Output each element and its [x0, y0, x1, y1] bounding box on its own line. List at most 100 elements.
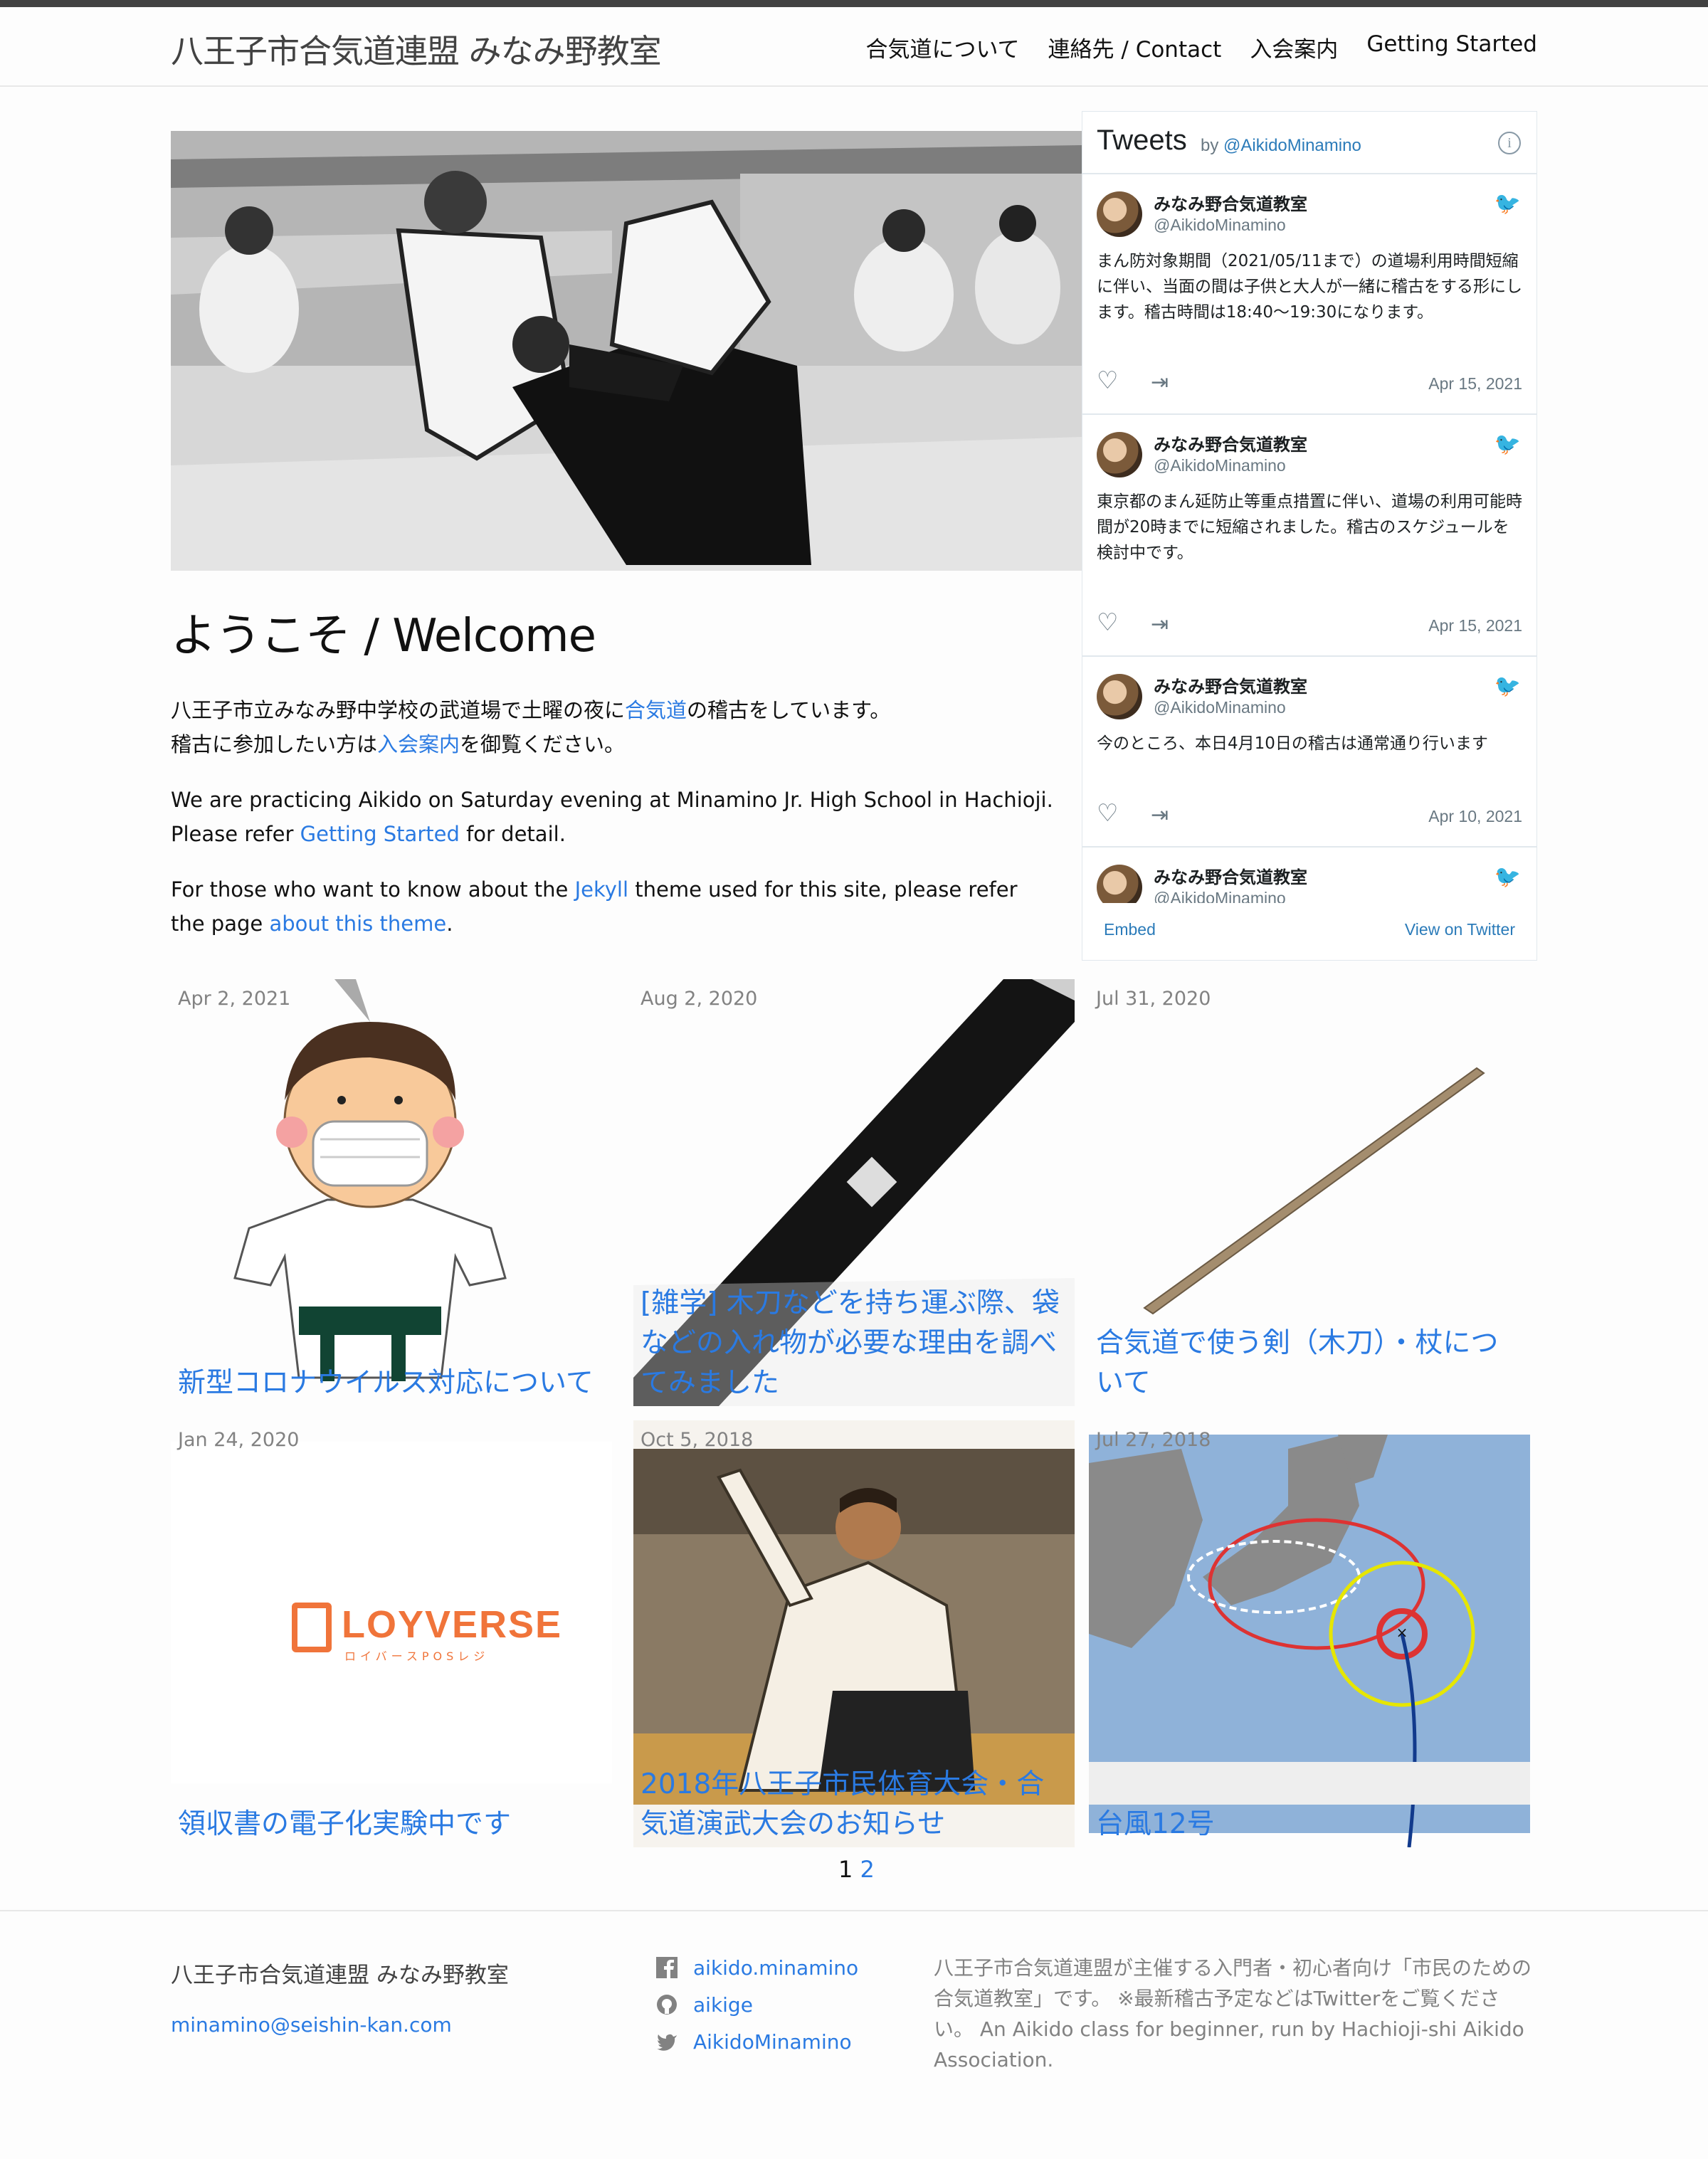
twitter-timeline: Tweets by @AikidoMinamino i みなみ野合気道教室 @A… [1082, 111, 1537, 961]
post-title-link[interactable]: 2018年八王子市民体育大会・合気道演武大会のお知らせ [633, 1765, 1075, 1844]
twitter-footer: Embed View on Twitter [1082, 903, 1536, 960]
site-header: 八王子市合気道連盟 みなみ野教室 合気道について 連絡先 / Contact 入… [0, 7, 1708, 87]
twitter-bird-icon[interactable]: 🐦 [1494, 432, 1521, 457]
info-icon[interactable]: i [1498, 132, 1521, 154]
current-page: 1 [838, 1856, 853, 1883]
tweet-handle[interactable]: @AikidoMinamino [1154, 698, 1286, 717]
join-link[interactable]: 入会案内 [377, 732, 460, 756]
post-card[interactable]: Oct 5, 2018 2018年八王子市民体育大会・合気道演武大会のお知らせ [633, 1420, 1075, 1847]
post-date: Aug 2, 2020 [640, 988, 758, 1010]
tweet-text: 東京都のまん延防止等重点措置に伴い、道場の利用可能時間が20時までに短縮されまし… [1097, 492, 1522, 562]
welcome-section: ようこそ / Welcome 八王子市立みなみ野中学校の武道場で土曜の夜に合気道… [171, 599, 1053, 962]
footer-description: 八王子市合気道連盟が主催する入門者・初心者向け「市民のための合気道教室」です。 … [934, 1956, 1532, 2071]
tweet-author[interactable]: みなみ野合気道教室 [1154, 190, 1307, 215]
twitter-header: Tweets by @AikidoMinamino i [1082, 112, 1536, 174]
nav-item-contact[interactable]: 連絡先 / Contact [1048, 31, 1222, 63]
post-title-link[interactable]: 新型コロナウイルス対応について [171, 1363, 612, 1403]
post-card[interactable]: Apr 2, 2021 新型コロナウイルス対応について [171, 979, 612, 1406]
top-accent-bar [0, 0, 1708, 7]
tweet-author[interactable]: みなみ野合気道教室 [1154, 431, 1307, 455]
tweet-author[interactable]: みなみ野合気道教室 [1154, 672, 1307, 697]
footer-contact: 八王子市合気道連盟 みなみ野教室 minamino@seishin-kan.co… [171, 1957, 509, 2037]
site-title[interactable]: 八王子市合気道連盟 みなみ野教室 [171, 26, 662, 73]
facebook-icon [655, 1955, 679, 1980]
tweet-item[interactable]: みなみ野合気道教室 @AikidoMinamino 🐦 東京都のまん延防止等重点… [1082, 415, 1536, 657]
post-date: Jul 31, 2020 [1096, 988, 1211, 1010]
aikido-link[interactable]: 合気道 [625, 698, 687, 722]
social-facebook: aikido.minamino [655, 1954, 858, 1981]
avatar[interactable] [1097, 865, 1142, 904]
like-icon[interactable]: ♡ [1097, 366, 1118, 395]
text: We are practicing Aikido on Saturday eve… [171, 788, 1053, 812]
like-icon[interactable]: ♡ [1097, 608, 1118, 637]
post-date: Jul 27, 2018 [1096, 1429, 1211, 1451]
page-link-2[interactable]: 2 [860, 1856, 875, 1883]
view-on-twitter-link[interactable]: View on Twitter [1405, 920, 1515, 939]
twitter-handle-link[interactable]: @AikidoMinamino [1223, 136, 1361, 155]
loyverse-logo: LOYVERSE [342, 1603, 563, 1646]
post-date: Apr 2, 2021 [178, 988, 291, 1010]
post-title-link[interactable]: 領収書の電子化実験中です [171, 1805, 612, 1844]
tweet-date[interactable]: Apr 15, 2021 [1428, 374, 1522, 394]
avatar[interactable] [1097, 432, 1142, 477]
tweet-text: まん防対象期間（2021/05/11まで）の道場利用時間短縮に伴い、当面の間は子… [1097, 252, 1522, 322]
post-thumbnail-image[interactable] [171, 979, 612, 1406]
twitter-bird-icon[interactable]: 🐦 [1494, 191, 1521, 216]
post-card[interactable]: Aug 2, 2020 [雑学] 木刀などを持ち運ぶ際、袋などの入れ物が必要な理… [633, 979, 1075, 1406]
nav-item-about-aikido[interactable]: 合気道について [865, 31, 1019, 63]
avatar[interactable] [1097, 191, 1142, 237]
footer-social: aikido.minamino aikige AikidoMinamino [655, 1954, 858, 2065]
svg-text:×: × [1396, 1624, 1408, 1641]
twitter-icon [655, 2029, 679, 2054]
text: 稽古に参加したい方は [171, 732, 378, 756]
pagination: 1 2 [838, 1856, 875, 1883]
post-card[interactable]: Jul 31, 2020 合気道で使う剣（木刀）・杖について [1089, 979, 1530, 1406]
post-thumbnail-image[interactable]: × [1089, 1420, 1530, 1847]
footer-email-link[interactable]: minamino@seishin-kan.com [171, 2013, 452, 2037]
social-github: aikige [655, 1991, 858, 2018]
tweet-item[interactable]: みなみ野合気道教室 @AikidoMinamino 🐦 今のところ、本日4月10… [1082, 657, 1536, 848]
site-footer: 八王子市合気道連盟 みなみ野教室 minamino@seishin-kan.co… [0, 1910, 1708, 2159]
gift-icon [292, 1603, 332, 1652]
tweet-handle[interactable]: @AikidoMinamino [1154, 216, 1286, 235]
post-card[interactable]: × Jul 27, 2018 台風12号 [1089, 1420, 1530, 1847]
share-icon[interactable]: ⇥ [1151, 612, 1169, 637]
tweet-item[interactable]: みなみ野合気道教室 @AikidoMinamino 🐦 まん防対象期間（2021… [1082, 174, 1536, 415]
github-link[interactable]: aikige [693, 1993, 753, 2017]
twitter-by: by @AikidoMinamino [1201, 136, 1361, 156]
twitter-bird-icon[interactable]: 🐦 [1494, 674, 1521, 699]
like-icon[interactable]: ♡ [1097, 799, 1118, 828]
share-icon[interactable]: ⇥ [1151, 370, 1169, 395]
tweet-date[interactable]: Apr 15, 2021 [1428, 616, 1522, 635]
text: Please refer [171, 822, 300, 846]
main-nav: 合気道について 連絡先 / Contact 入会案内 Getting Start… [865, 31, 1537, 63]
hero-image [171, 131, 1082, 571]
facebook-link[interactable]: aikido.minamino [693, 1956, 858, 1980]
text: 八王子市立みなみ野中学校の武道場で土曜の夜に [171, 698, 626, 722]
tweet-handle[interactable]: @AikidoMinamino [1154, 456, 1286, 475]
tweet-date[interactable]: Apr 10, 2021 [1428, 807, 1522, 826]
embed-link[interactable]: Embed [1104, 920, 1156, 939]
post-card[interactable]: LOYVERSE ロイバースPOSレジ Jan 24, 2020 領収書の電子化… [171, 1420, 612, 1847]
nav-item-getting-started[interactable]: Getting Started [1366, 31, 1537, 63]
tweet-item[interactable]: みなみ野合気道教室 @AikidoMinamino 🐦 [1082, 848, 1536, 904]
text: for detail. [459, 822, 566, 846]
welcome-heading: ようこそ / Welcome [171, 610, 596, 663]
tweet-author[interactable]: みなみ野合気道教室 [1154, 863, 1307, 888]
share-icon[interactable]: ⇥ [1151, 803, 1169, 828]
jekyll-link[interactable]: Jekyll [575, 877, 628, 902]
getting-started-link[interactable]: Getting Started [300, 822, 460, 846]
post-thumbnail-image[interactable]: LOYVERSE ロイバースPOSレジ [171, 1420, 612, 1847]
about-theme-link[interactable]: about this theme [269, 912, 446, 936]
twitter-link[interactable]: AikidoMinamino [693, 2030, 852, 2054]
post-title-link[interactable]: 台風12号 [1089, 1805, 1530, 1844]
twitter-bird-icon[interactable]: 🐦 [1494, 865, 1521, 890]
nav-item-join[interactable]: 入会案内 [1250, 31, 1338, 63]
twitter-title: Tweets [1097, 125, 1187, 156]
theme-paragraph: For those who want to know about the Jek… [171, 872, 1053, 941]
tweet-handle[interactable]: @AikidoMinamino [1154, 889, 1286, 904]
post-title-link[interactable]: [雑学] 木刀などを持ち運ぶ際、袋などの入れ物が必要な理由を調べてみました [633, 1284, 1075, 1403]
post-title-link[interactable]: 合気道で使う剣（木刀）・杖について [1089, 1324, 1530, 1403]
avatar[interactable] [1097, 674, 1142, 719]
text: . [446, 912, 453, 936]
